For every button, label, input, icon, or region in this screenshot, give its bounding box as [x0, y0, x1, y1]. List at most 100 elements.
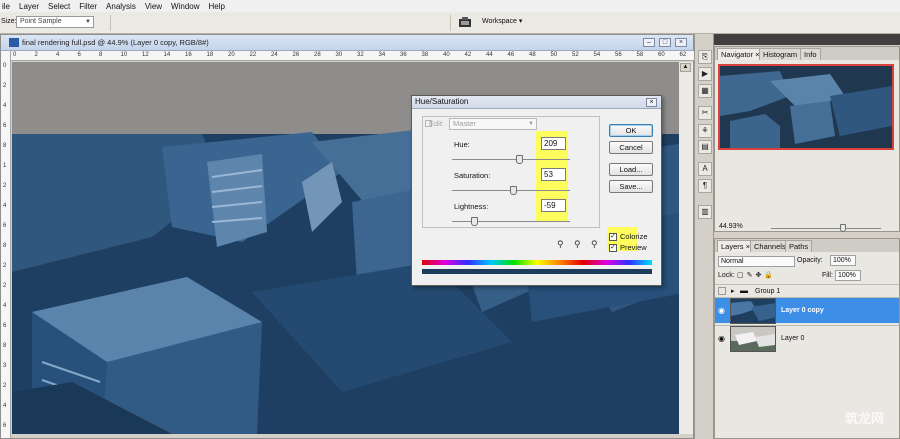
tab-channels[interactable]: Channels: [750, 240, 790, 252]
ok-button[interactable]: OK: [609, 124, 653, 137]
menu-filter[interactable]: Filter: [79, 2, 97, 11]
notes-icon[interactable]: ▥: [698, 205, 712, 219]
ruler-tick-label: 60: [658, 52, 665, 58]
ruler-tick-label: 2: [3, 383, 7, 389]
ruler-vertical: 0 2 4 6 8 1 2 4 6 8 2 2 4 6 8 3 2 4 6: [1, 51, 11, 438]
ruler-tick-label: 4: [3, 203, 7, 209]
ruler-tick-label: 6: [3, 223, 7, 229]
eyedropper-plus-icon[interactable]: ⚲: [574, 239, 584, 249]
ruler-tick-label: 18: [206, 52, 214, 58]
ruler-tick-label: 46: [507, 52, 515, 58]
workspace-icon[interactable]: [458, 16, 472, 28]
lightness-slider-thumb[interactable]: [471, 217, 478, 226]
menu-layer[interactable]: Layer: [19, 2, 39, 11]
navigator-preview-image: [720, 66, 892, 148]
menu-help[interactable]: Help: [209, 2, 225, 11]
opacity-input[interactable]: 100%: [830, 255, 856, 266]
scroll-up-icon[interactable]: ▲: [680, 63, 691, 72]
ruler-tick-label: 12: [142, 52, 149, 58]
close-button[interactable]: ×: [675, 38, 687, 47]
history-icon[interactable]: ⎘: [698, 50, 712, 64]
expand-arrow-icon[interactable]: ▸: [731, 287, 735, 295]
layer-thumbnail: [730, 298, 776, 324]
tab-layers[interactable]: Layers ×: [717, 240, 754, 252]
tab-info[interactable]: Info: [800, 48, 821, 60]
ruler-tick-label: 6: [3, 423, 7, 429]
ruler-tick-label: 4: [3, 303, 7, 309]
menu-window[interactable]: Window: [171, 2, 199, 11]
vertical-scrollbar[interactable]: ▲: [679, 62, 693, 434]
character-icon[interactable]: A: [698, 162, 712, 176]
fill-input[interactable]: 100%: [835, 270, 861, 281]
sample-size-select[interactable]: Point Sample ▼: [16, 16, 94, 28]
actions-icon[interactable]: ▶: [698, 67, 712, 81]
minimize-button[interactable]: –: [643, 38, 655, 47]
ruler-horizontal: 0 2 4 6 8 10 12 14 16 18 20 22 24 26 28 30 32 34 36 38 40 42 4…: [11, 51, 694, 61]
layer-row-layer-0-copy[interactable]: ◉ Layer 0 copy: [715, 297, 899, 324]
hue-slider-thumb[interactable]: [516, 155, 523, 164]
maximize-button[interactable]: □: [659, 38, 671, 47]
tab-paths[interactable]: Paths: [785, 240, 813, 252]
saturation-slider-thumb[interactable]: [510, 186, 517, 195]
lock-icons[interactable]: ▢✎✥🔒: [737, 271, 776, 279]
workspace-button[interactable]: Workspace ▾: [482, 16, 522, 28]
dialog-close-button[interactable]: ×: [646, 98, 657, 107]
chevron-down-icon: ▼: [85, 19, 91, 25]
ruler-tick-label: 16: [185, 52, 192, 58]
ruler-tick-label: 2: [3, 263, 7, 269]
ruler-tick-label: 4: [3, 103, 7, 109]
visibility-toggle[interactable]: [718, 287, 726, 295]
ruler-tick-label: 24: [271, 52, 278, 58]
cancel-button[interactable]: Cancel: [609, 141, 653, 154]
menu-file[interactable]: ile: [2, 2, 10, 11]
eyedropper-icon[interactable]: ⚲: [557, 239, 567, 249]
brushes-icon[interactable]: ▦: [698, 84, 712, 98]
zoom-slider-track[interactable]: [771, 228, 881, 229]
ruler-tick-label: 2: [3, 183, 7, 189]
layer-row-layer-0[interactable]: ◉ Layer 0: [715, 325, 899, 352]
ruler-tick-label: 34: [378, 52, 386, 58]
tab-histogram[interactable]: Histogram: [759, 48, 802, 60]
menu-analysis[interactable]: Analysis: [106, 2, 136, 11]
navigator-preview[interactable]: [718, 64, 894, 150]
tab-navigator[interactable]: Navigator ×: [717, 48, 764, 60]
layer-thumbnail: [730, 326, 776, 352]
eye-icon[interactable]: ◉: [718, 307, 727, 315]
eyedropper-minus-icon[interactable]: ⚲: [591, 239, 601, 249]
saturation-input[interactable]: 53: [541, 168, 566, 181]
navigator-zoom-value[interactable]: 44.93%: [719, 223, 743, 230]
load-button[interactable]: Load...: [609, 163, 653, 176]
clone-source-icon[interactable]: ⚘: [698, 124, 712, 138]
zoom-slider-thumb[interactable]: [840, 224, 846, 232]
menu-view[interactable]: View: [145, 2, 162, 11]
edit-checkbox: [425, 120, 432, 127]
ruler-tick-label: 2: [3, 83, 7, 89]
layer-row-group-1[interactable]: ▸ ▬ Group 1: [715, 284, 899, 297]
folder-icon: ▬: [740, 286, 748, 295]
save-button[interactable]: Save...: [609, 180, 653, 193]
ruler-tick-label: 4: [56, 52, 60, 58]
colorize-checkbox[interactable]: ✓: [609, 233, 617, 241]
ruler-tick-label: 6: [3, 123, 7, 129]
hue-label: Hue:: [454, 140, 470, 149]
hue-slider-track[interactable]: [452, 159, 570, 160]
layer-comps-icon[interactable]: ▤: [698, 140, 712, 154]
edit-range-value: Master: [453, 119, 476, 128]
menu-select[interactable]: Select: [48, 2, 70, 11]
hue-input[interactable]: 209: [541, 137, 566, 150]
eye-icon[interactable]: ◉: [718, 335, 727, 343]
lightness-slider-track[interactable]: [452, 221, 570, 222]
tool-presets-icon[interactable]: ✂: [698, 106, 712, 120]
preview-checkbox[interactable]: ✓: [609, 244, 617, 252]
ruler-tick-label: 6: [77, 52, 81, 58]
blend-mode-select[interactable]: Normal: [718, 256, 795, 267]
ruler-tick-label: 4: [3, 403, 7, 409]
ruler-tick-label: 8: [3, 143, 7, 149]
lightness-input[interactable]: -59: [541, 199, 566, 212]
paragraph-icon[interactable]: ¶: [698, 179, 712, 193]
ruler-tick-label: 1: [3, 163, 7, 169]
menu-bar: ile Layer Select Filter Analysis View Wi…: [0, 0, 900, 12]
ruler-tick-label: 0: [13, 52, 17, 58]
ruler-tick-label: 6: [3, 323, 7, 329]
ruler-tick-label: 26: [292, 52, 300, 58]
